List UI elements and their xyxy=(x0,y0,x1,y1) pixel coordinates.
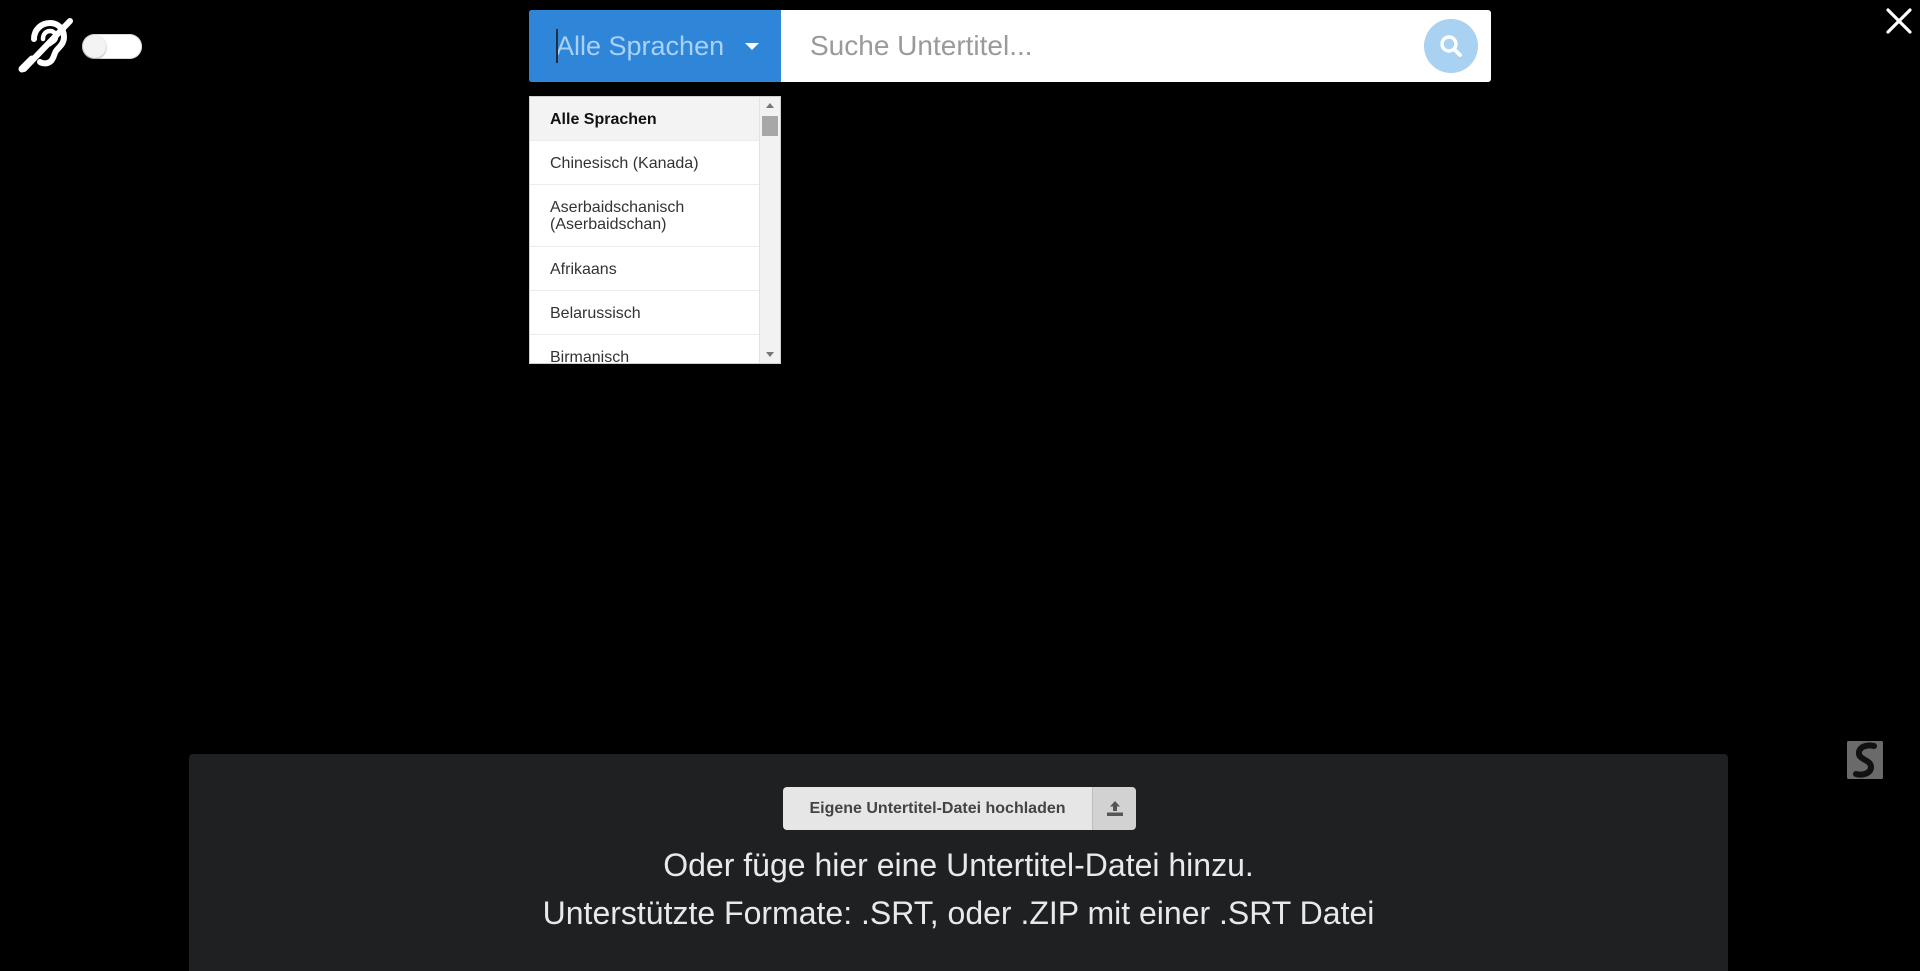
upload-panel: Eigene Untertitel-Datei hochladen Oder f… xyxy=(189,754,1728,971)
hearing-impaired-icon[interactable] xyxy=(18,17,76,75)
search-icon xyxy=(1440,35,1462,57)
scroll-down-icon[interactable] xyxy=(766,352,774,357)
close-icon[interactable] xyxy=(1884,6,1914,36)
language-select-value: Alle Sprachen xyxy=(556,30,725,61)
upload-subtitle-button[interactable]: Eigene Untertitel-Datei hochladen xyxy=(783,787,1136,830)
upload-icon-box xyxy=(1092,787,1136,830)
supported-formats: Unterstützte Formate: .SRT, oder .ZIP mi… xyxy=(542,895,1375,931)
language-option[interactable]: Afrikaans xyxy=(530,247,761,291)
language-option[interactable]: Birmanisch xyxy=(530,335,761,363)
language-option[interactable]: Aserbaidschanisch (Aserbaidschan) xyxy=(530,185,761,247)
text-caret xyxy=(556,29,558,63)
dropdown-scrollbar[interactable] xyxy=(759,97,780,363)
chevron-down-icon xyxy=(745,43,759,50)
brand-logo-icon xyxy=(1847,741,1883,779)
language-select[interactable]: Alle Sprachen xyxy=(529,10,781,82)
scroll-up-icon[interactable] xyxy=(766,103,774,108)
language-option[interactable]: Chinesisch (Kanada) xyxy=(530,141,761,185)
upload-icon xyxy=(1106,801,1123,816)
language-option[interactable]: Belarussisch xyxy=(530,291,761,335)
language-option[interactable]: Alle Sprachen xyxy=(530,97,761,141)
scroll-thumb[interactable] xyxy=(762,116,778,136)
toggle-knob xyxy=(83,35,106,58)
subtitle-toggle[interactable] xyxy=(82,34,142,59)
language-list: Alle Sprachen Chinesisch (Kanada) Aserba… xyxy=(530,97,761,363)
search-button[interactable] xyxy=(1424,19,1478,73)
search-input[interactable] xyxy=(781,10,1424,82)
drop-hint: Oder füge hier eine Untertitel-Datei hin… xyxy=(663,847,1254,883)
upload-button-label: Eigene Untertitel-Datei hochladen xyxy=(783,787,1092,830)
language-dropdown: Alle Sprachen Chinesisch (Kanada) Aserba… xyxy=(529,96,781,364)
search-bar: Alle Sprachen xyxy=(529,10,1491,82)
